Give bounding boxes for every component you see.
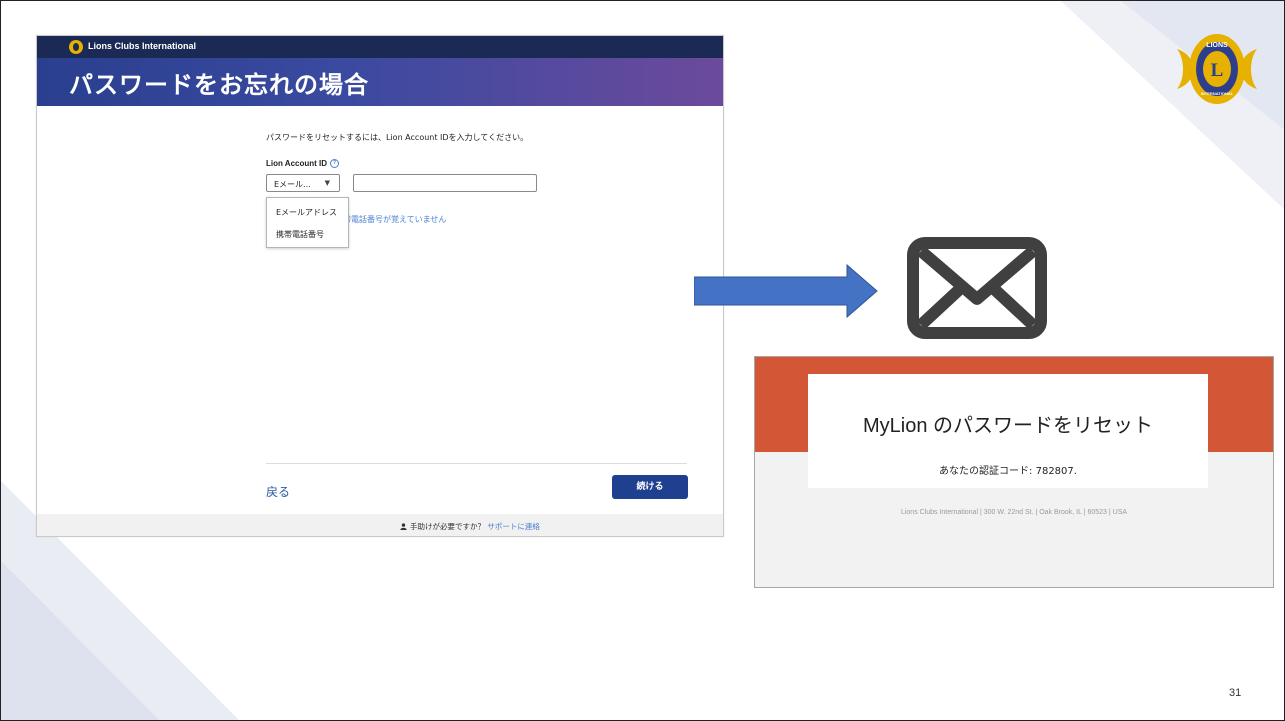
email-footer: Lions Clubs International | 300 W. 22nd … [900,509,1128,516]
verification-code-text: あなたの認証コード: 782807. [939,466,1077,477]
chevron-down-icon: ▼ [324,179,330,187]
help-bar-content: 手助けが必要ですか？ サポートに連絡 [400,521,540,532]
option-mobile[interactable]: 携帯電話番号 [276,229,324,240]
id-type-select[interactable]: Eメール... ▼ [266,174,340,192]
help-circle-icon[interactable]: ? [330,159,340,169]
page-banner: パスワードをお忘れの場合 [37,58,723,106]
site-header: Lions Clubs International [37,36,723,58]
help-bar: 手助けが必要ですか？ サポートに連絡 [37,514,723,536]
option-email[interactable]: Eメールアドレス [276,207,337,218]
envelope-icon [907,237,1047,339]
forgot-id-link[interactable]: 帯電話番号が覚えていません [343,214,446,225]
account-id-label-text: Lion Account ID [266,159,328,168]
page-title: パスワードをお忘れの場合 [69,71,369,99]
id-type-select-value: Eメール... [274,180,311,189]
lions-logo-icon [69,40,83,54]
badge-letter: L [1211,60,1224,81]
contact-support-link[interactable]: サポートに連絡 [487,522,540,531]
continue-button[interactable]: 続ける [612,475,688,499]
badge-bottom-text: INTERNATIONAL [1201,91,1234,96]
brand-name: Lions Clubs International [88,41,197,51]
email-card: MyLion のパスワードをリセット あなたの認証コード: 782807. [808,374,1208,488]
arrow-right-icon [694,264,878,319]
user-icon [400,523,407,530]
slide: Lions Clubs International パスワードをお忘れの場合 パ… [0,0,1285,721]
footer-divider [266,463,687,464]
help-question: 手助けが必要ですか？ [410,522,485,531]
password-reset-screenshot: Lions Clubs International パスワードをお忘れの場合 パ… [36,35,724,537]
id-type-dropdown: Eメールアドレス 携帯電話番号 [266,197,349,248]
account-id-input[interactable] [353,174,537,192]
back-link[interactable]: 戻る [266,483,290,500]
lions-badge-icon: L LIONS INTERNATIONAL [1177,34,1257,104]
instruction-text: パスワードをリセットするには、Lion Account IDを入力してください。 [266,133,529,142]
account-id-label: Lion Account ID? [266,159,340,169]
page-number: 31 [1229,687,1242,699]
badge-top-text: LIONS [1206,42,1228,49]
email-title: MyLion のパスワードをリセット [862,415,1154,437]
reset-email-screenshot: MyLion のパスワードをリセット あなたの認証コード: 782807. Li… [754,356,1274,588]
